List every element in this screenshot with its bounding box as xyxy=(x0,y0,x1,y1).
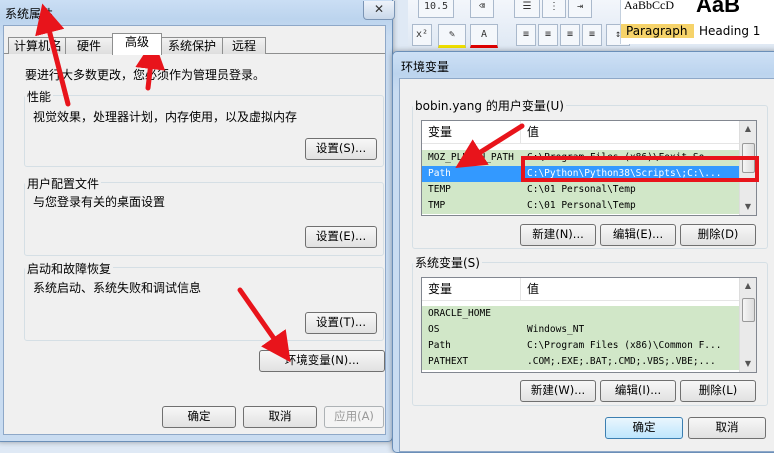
environment-variables-dialog: 环境变量 bobin.yang 的用户变量(U) 变量 值 MOZ_PLUGIN… xyxy=(392,51,774,453)
user-profiles-group: 用户配置文件 与您登录有关的桌面设置 设置(E)... xyxy=(24,175,384,256)
column-header-variable[interactable]: 变量 xyxy=(422,278,521,300)
env-cancel-button[interactable]: 取消 xyxy=(688,417,766,439)
system-delete-button[interactable]: 删除(L) xyxy=(680,380,756,402)
dialog-title: 系统属性 xyxy=(5,7,54,21)
style-gallery[interactable]: AaBbCcD AaB Paragraph Heading 1 xyxy=(620,0,774,44)
multilevel-list-icon[interactable]: ⋮ xyxy=(542,0,566,18)
user-profiles-settings-button[interactable]: 设置(E)... xyxy=(305,226,377,248)
user-profiles-desc: 与您登录有关的桌面设置 xyxy=(33,195,166,209)
align-center-icon[interactable]: ≡ xyxy=(538,24,558,46)
system-edit-button[interactable]: 编辑(I)... xyxy=(600,380,676,402)
table-row[interactable]: TMP C:\01 Personal\Temp xyxy=(422,198,740,214)
indent-icon[interactable]: ⇥ xyxy=(568,0,592,18)
startup-recovery-title: 启动和故障恢复 xyxy=(25,260,114,277)
style-label-heading[interactable]: Heading 1 xyxy=(699,24,760,38)
admin-note: 要进行大多数更改，您必须作为管理员登录。 xyxy=(25,68,266,82)
table-row[interactable]: ORACLE_HOME xyxy=(422,306,740,322)
user-variables-list[interactable]: 变量 值 MOZ_PLUGIN_PATH C:\Program Files (x… xyxy=(421,120,757,216)
superscript-icon[interactable]: x² xyxy=(412,24,432,46)
user-edit-button[interactable]: 编辑(E)... xyxy=(600,224,676,246)
font-color-icon[interactable]: A xyxy=(470,24,498,48)
table-row[interactable]: TEMP C:\01 Personal\Temp xyxy=(422,182,740,198)
tab-hardware[interactable]: 硬件 xyxy=(65,37,113,54)
scroll-thumb[interactable] xyxy=(742,298,755,322)
table-row[interactable]: OS Windows_NT xyxy=(422,322,740,338)
env-dialog-body: bobin.yang 的用户变量(U) 变量 值 MOZ_PLUGIN_PATH… xyxy=(399,78,774,452)
column-header-value[interactable]: 值 xyxy=(521,121,737,143)
font-size-box[interactable]: 10.5 xyxy=(418,0,454,18)
tab-computer-name[interactable]: 计算机名 xyxy=(8,37,68,54)
column-header-value[interactable]: 值 xyxy=(521,278,737,300)
system-new-button[interactable]: 新建(W)... xyxy=(520,380,596,402)
table-row[interactable]: Path C:\Program Files (x86)\Common F... xyxy=(422,338,740,354)
env-ok-button[interactable]: 确定 xyxy=(605,417,683,439)
performance-title: 性能 xyxy=(25,88,54,105)
system-properties-dialog: 系统属性 ✕ 计算机名 硬件 高级 系统保护 远程 要进行大多数更改，您必须作为… xyxy=(0,0,395,442)
column-header-variable[interactable]: 变量 xyxy=(422,121,521,143)
startup-recovery-group: 启动和故障恢复 系统启动、系统失败和调试信息 设置(T)... xyxy=(24,260,384,341)
startup-settings-button[interactable]: 设置(T)... xyxy=(305,312,377,334)
scroll-up-icon[interactable]: ▲ xyxy=(742,123,754,135)
scroll-thumb[interactable] xyxy=(742,143,755,173)
scroll-down-icon[interactable]: ▼ xyxy=(742,358,754,370)
table-row-selected[interactable]: Path C:\Python\Python38\Scripts\;C:\... xyxy=(422,166,746,182)
performance-group: 性能 视觉效果，处理器计划，内存使用，以及虚拟内存 设置(S)... xyxy=(24,88,384,167)
align-left-icon[interactable]: ≡ xyxy=(516,24,536,46)
user-list-scrollbar[interactable]: ▲ ▼ xyxy=(739,121,756,215)
highlight-icon[interactable]: ✎ xyxy=(438,24,466,48)
user-variables-group: bobin.yang 的用户变量(U) 变量 值 MOZ_PLUGIN_PATH… xyxy=(412,97,768,249)
environment-variables-button[interactable]: 环境变量(N)... xyxy=(259,350,385,372)
user-profiles-title: 用户配置文件 xyxy=(25,175,102,192)
performance-desc: 视觉效果，处理器计划，内存使用，以及虚拟内存 xyxy=(33,110,298,124)
align-right-icon[interactable]: ≡ xyxy=(560,24,580,46)
startup-recovery-desc: 系统启动、系统失败和调试信息 xyxy=(33,281,202,295)
style-sample-normal: AaBbCcD xyxy=(624,0,674,12)
performance-settings-button[interactable]: 设置(S)... xyxy=(305,138,377,160)
scroll-up-icon[interactable]: ▲ xyxy=(742,280,754,292)
eraser-icon[interactable]: ⌫ xyxy=(470,0,494,18)
style-label-paragraph[interactable]: Paragraph xyxy=(621,24,694,38)
tab-advanced[interactable]: 高级 xyxy=(112,33,162,55)
user-new-button[interactable]: 新建(N)... xyxy=(520,224,596,246)
tab-remote[interactable]: 远程 xyxy=(222,37,266,54)
system-variables-title: 系统变量(S) xyxy=(413,254,482,271)
table-row[interactable]: PATHEXT .COM;.EXE;.BAT;.CMD;.VBS;.VBE;..… xyxy=(422,354,740,370)
system-variables-list[interactable]: 变量 值 ORACLE_HOME OS Windows_NT Path C:\P… xyxy=(421,277,757,373)
cancel-button[interactable]: 取消 xyxy=(243,406,317,428)
dialog-body: 计算机名 硬件 高级 系统保护 远程 要进行大多数更改，您必须作为管理员登录。 … xyxy=(3,25,386,435)
style-sample-heading: AaB xyxy=(696,0,741,17)
user-variables-title: bobin.yang 的用户变量(U) xyxy=(413,97,566,114)
user-delete-button[interactable]: 删除(D) xyxy=(680,224,756,246)
justify-icon[interactable]: ≡ xyxy=(582,24,602,46)
scroll-down-icon[interactable]: ▼ xyxy=(742,201,754,213)
system-variables-group: 系统变量(S) 变量 值 ORACLE_HOME OS Windows_NT P… xyxy=(412,254,768,406)
ok-button[interactable]: 确定 xyxy=(162,406,236,428)
system-list-scrollbar[interactable]: ▲ ▼ xyxy=(739,278,756,372)
env-dialog-title: 环境变量 xyxy=(401,60,450,74)
tab-system-protection[interactable]: 系统保护 xyxy=(161,37,223,54)
close-button[interactable]: ✕ xyxy=(363,1,395,20)
list-icon[interactable]: ☰ xyxy=(514,0,540,18)
apply-button: 应用(A) xyxy=(324,406,384,428)
table-row[interactable]: MOZ_PLUGIN_PATH C:\Program Files (x86)\F… xyxy=(422,150,740,166)
